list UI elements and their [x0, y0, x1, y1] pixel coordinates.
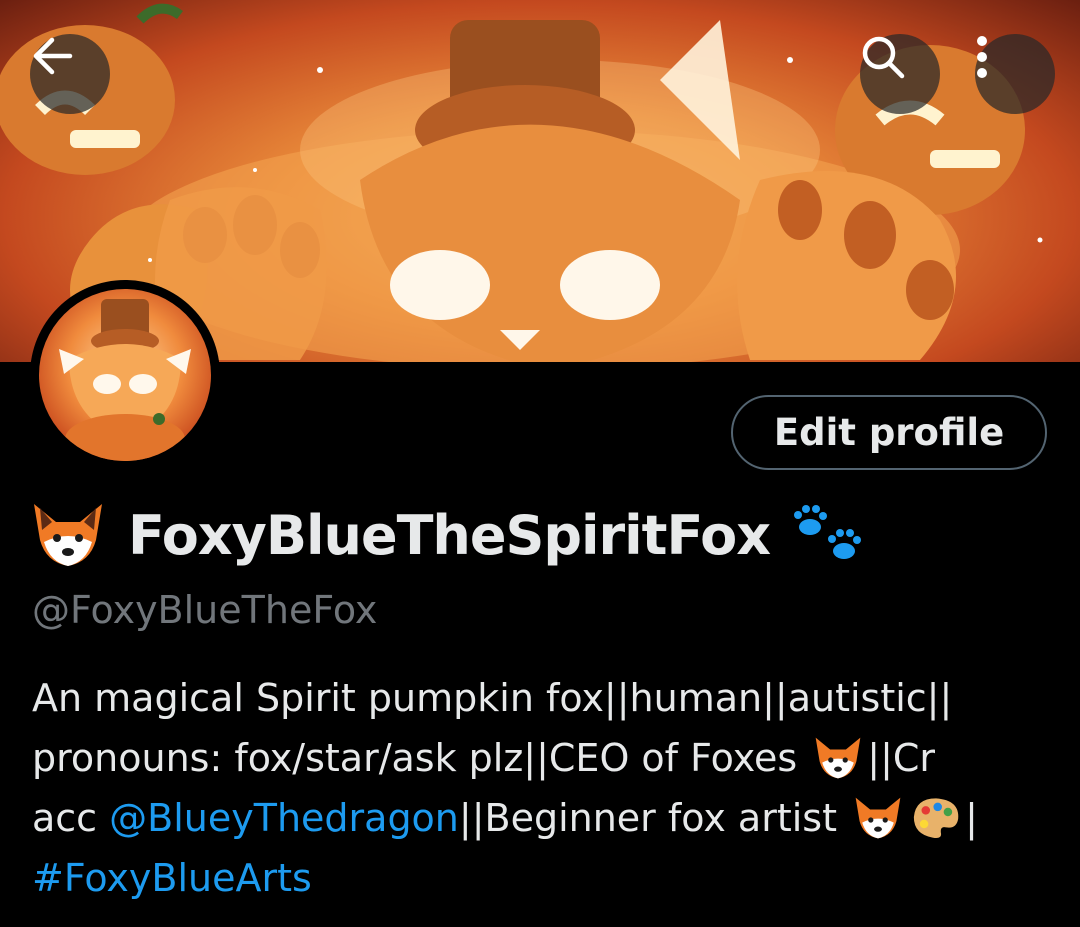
bio-line: #FoxyBlueArts: [32, 848, 1062, 908]
bio-line: pronouns: fox/star/ask plz||CEO of Foxes…: [32, 728, 1062, 788]
display-name-text: FoxyBlueTheSpiritFox: [128, 503, 771, 567]
mention-link[interactable]: @BlueyThedragon: [109, 788, 459, 848]
more-vertical-icon: [977, 36, 987, 78]
bio-text: acc: [32, 796, 110, 840]
hashtag-link[interactable]: #FoxyBlueArts: [32, 848, 312, 908]
user-handle: @FoxyBlueTheFox: [32, 588, 378, 632]
bio-line: An magical Spirit pumpkin fox||human||au…: [32, 668, 1062, 728]
arrow-left-icon: [33, 37, 73, 75]
display-name: FoxyBlueTheSpiritFox: [30, 500, 868, 570]
paw-prints-emoji-icon: [794, 505, 862, 559]
bio-text: ||Beginner fox artist: [458, 796, 850, 840]
fox-face-emoji-icon: [815, 737, 861, 779]
profile-bio: An magical Spirit pumpkin fox||human||au…: [32, 668, 1062, 908]
search-button[interactable]: [860, 34, 940, 114]
search-icon: [862, 36, 905, 79]
more-options-button[interactable]: [975, 34, 1055, 114]
fox-face-emoji-icon: [855, 797, 901, 839]
profile-avatar[interactable]: [30, 280, 220, 470]
bio-text: ||Cr: [867, 736, 936, 780]
edit-profile-button[interactable]: Edit profile: [731, 395, 1047, 470]
back-button[interactable]: [30, 34, 110, 114]
bio-text: |: [965, 796, 978, 840]
fox-face-emoji-icon: [34, 504, 102, 566]
bio-line: acc @BlueyThedragon ||Beginner fox artis…: [32, 788, 1062, 848]
bio-text: An magical Spirit pumpkin fox||human||au…: [32, 676, 953, 720]
avatar-image: [39, 289, 211, 461]
artist-palette-emoji-icon: [913, 798, 959, 839]
bio-text: pronouns: fox/star/ask plz||CEO of Foxes: [32, 736, 810, 780]
